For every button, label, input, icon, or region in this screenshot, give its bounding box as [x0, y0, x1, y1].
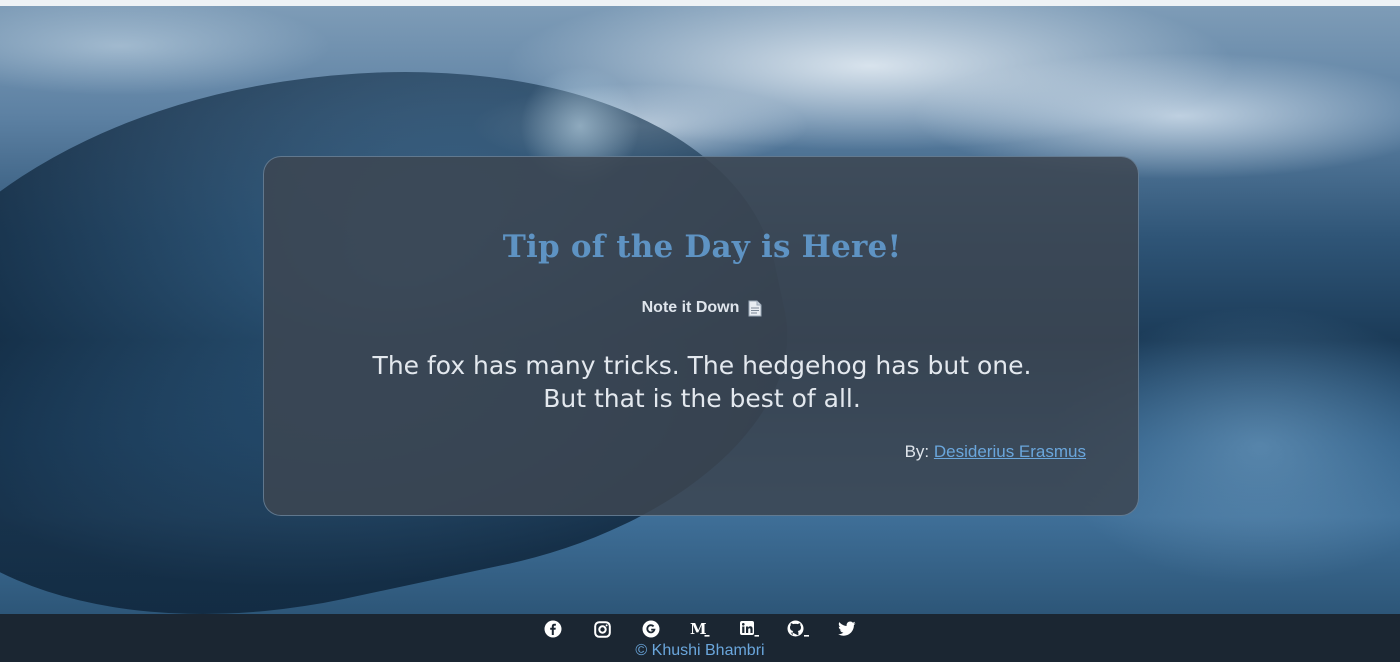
quote-text: The fox has many tricks. The hedgehog ha… [324, 349, 1080, 415]
note-it-down-button[interactable]: Note it Down [264, 299, 1140, 317]
instagram-icon[interactable] [578, 618, 627, 640]
document-icon [748, 300, 762, 316]
note-label: Note it Down [641, 299, 740, 316]
svg-text:M: M [690, 620, 707, 638]
github-icon[interactable] [774, 618, 823, 640]
google-icon[interactable] [627, 618, 676, 640]
tip-card: Tip of the Day is Here! Note it Down The… [263, 156, 1139, 516]
linkedin-icon[interactable] [725, 618, 774, 640]
medium-icon[interactable]: M [676, 618, 725, 640]
quote-line-2: But that is the best of all. [543, 384, 861, 413]
tip-title: Tip of the Day is Here! [502, 229, 902, 265]
by-label: By: [904, 442, 930, 461]
quote-byline: By: Desiderius Erasmus [905, 442, 1086, 462]
facebook-icon[interactable] [529, 618, 578, 640]
quote-line-1: The fox has many tricks. The hedgehog ha… [372, 351, 1032, 380]
author-link[interactable]: Desiderius Erasmus [934, 442, 1086, 461]
twitter-icon[interactable] [823, 618, 872, 640]
footer: M © Khushi Bhambri [0, 614, 1400, 662]
social-links: M [0, 618, 1400, 640]
copyright-text: © Khushi Bhambri [635, 642, 765, 659]
